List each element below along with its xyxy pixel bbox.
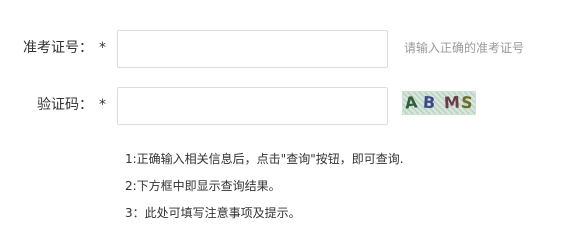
- captcha-image[interactable]: A B M S: [402, 91, 476, 115]
- exam-id-input[interactable]: [117, 30, 388, 68]
- instruction-item: 2:下方框中即显示查询结果。: [125, 179, 281, 193]
- exam-id-label: 准考证号： *: [23, 30, 106, 66]
- captcha-row: 验证码： * A B M S: [0, 87, 576, 125]
- instruction-item: 1:正确输入相关信息后，点击"查询"按钮，即可查询.: [125, 152, 404, 166]
- captcha-char: M: [443, 92, 460, 113]
- exam-id-row: 准考证号： * 请输入正确的准考证号: [0, 30, 576, 68]
- captcha-input[interactable]: [117, 87, 388, 125]
- instruction-item: 3：此处可填写注意事项及提示。: [125, 206, 301, 220]
- captcha-char: B: [422, 92, 437, 113]
- instructions: 1:正确输入相关信息后，点击"查询"按钮，即可查询. 2:下方框中即显示查询结果…: [125, 146, 555, 227]
- exam-id-label-text: 准考证号：: [23, 40, 93, 56]
- required-mark: *: [99, 40, 106, 56]
- required-mark: *: [99, 97, 106, 113]
- captcha-char: S: [459, 92, 473, 113]
- query-form: 准考证号： * 请输入正确的准考证号 验证码： * A B M S 1:正确输入相关…: [0, 0, 576, 241]
- exam-id-hint: 请输入正确的准考证号: [404, 41, 525, 55]
- captcha-char: A: [403, 92, 419, 113]
- captcha-label-text: 验证码：: [37, 97, 93, 113]
- captcha-label: 验证码： *: [37, 87, 106, 123]
